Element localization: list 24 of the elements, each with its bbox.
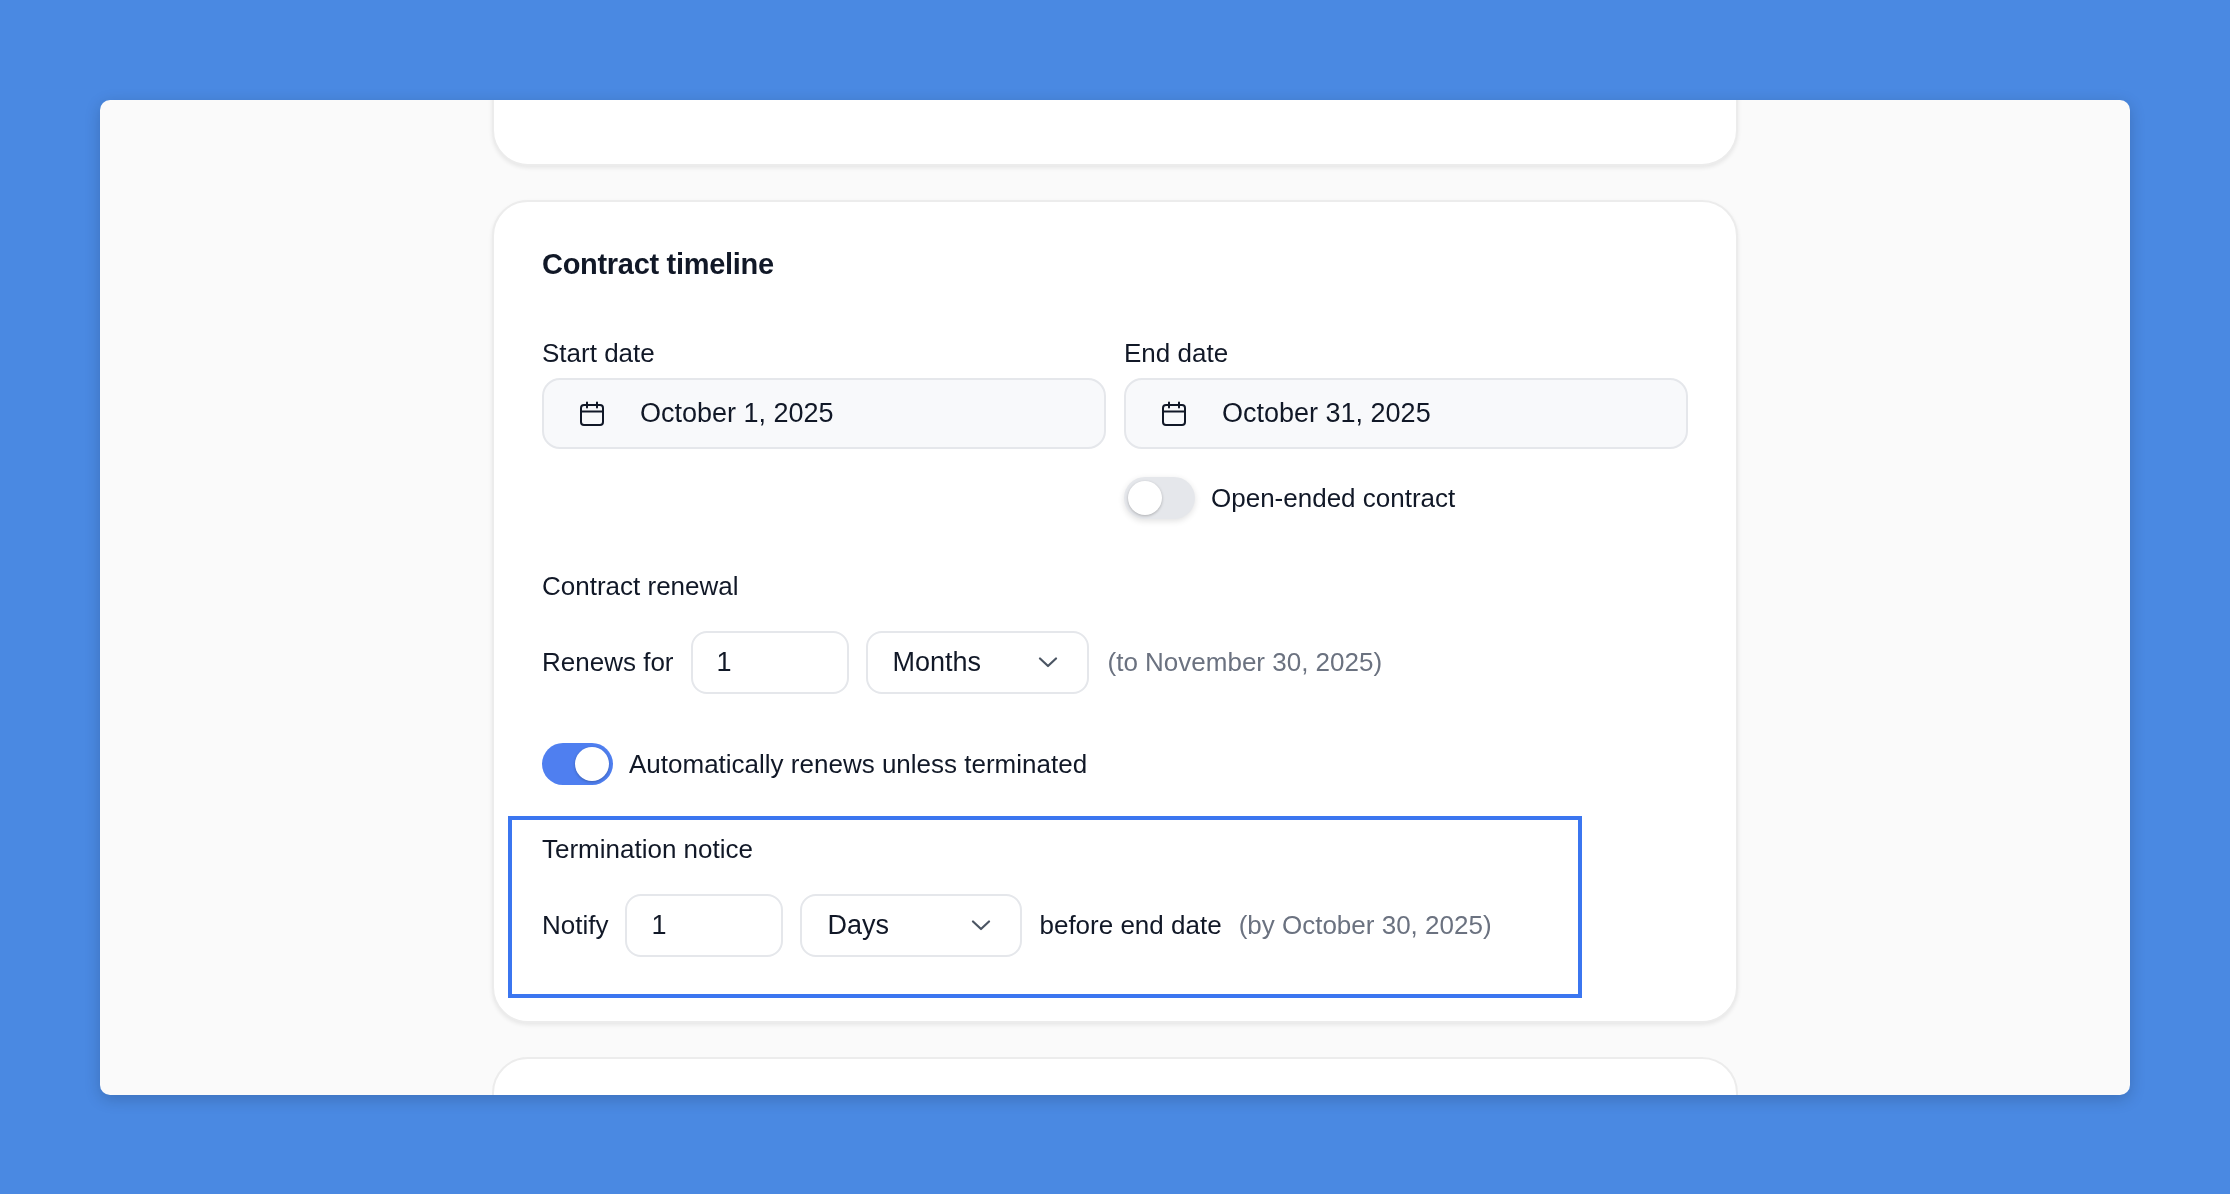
unit-dropdown[interactable]: Months — [865, 631, 1089, 694]
hint-text: (by October 30, 2025) — [1238, 909, 1492, 942]
date-field[interactable]: October 31, 2025 — [1124, 378, 1688, 449]
number-field[interactable]: 1 — [690, 631, 849, 694]
toggle-switch[interactable] — [542, 743, 613, 785]
row-label: Renews for — [542, 646, 674, 679]
toggle-label: Automatically renews unless terminated — [629, 748, 1088, 781]
field-label: End date — [1124, 337, 1229, 370]
row-label: Notify — [542, 909, 609, 942]
toggle-switch[interactable] — [1124, 477, 1195, 519]
row-label: before end date — [1039, 909, 1222, 942]
subsection-title: Contract renewal — [542, 570, 739, 603]
toggle-label: Open-ended contract — [1211, 482, 1456, 515]
unit-dropdown[interactable]: Days — [800, 894, 1023, 957]
calendar-icon — [578, 399, 606, 428]
field-label: Start date — [542, 337, 655, 370]
chevron-down-icon — [971, 920, 992, 931]
date-field[interactable]: October 1, 2025 — [542, 378, 1106, 449]
subsection-title: Termination notice — [542, 833, 753, 866]
number-field[interactable]: 1 — [625, 894, 784, 957]
hint-text: (to November 30, 2025) — [1107, 646, 1383, 679]
calendar-icon — [1160, 399, 1188, 428]
chevron-down-icon — [1037, 657, 1058, 668]
section-title: Contract timeline — [542, 247, 775, 282]
